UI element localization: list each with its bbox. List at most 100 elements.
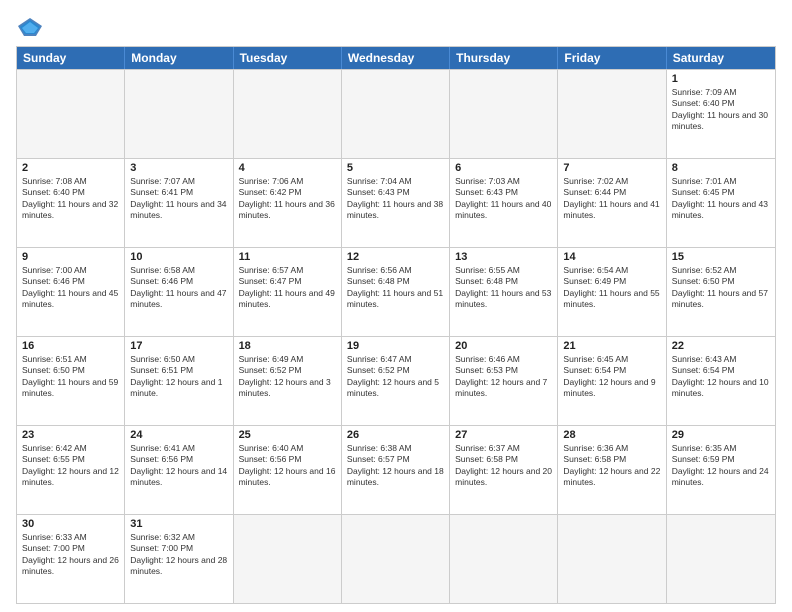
calendar-cell: 17 Sunrise: 6:50 AM Sunset: 6:51 PM Dayli… bbox=[125, 337, 233, 425]
calendar: SundayMondayTuesdayWednesdayThursdayFrid… bbox=[16, 46, 776, 604]
calendar-cell bbox=[667, 515, 775, 603]
logo bbox=[16, 16, 48, 38]
cell-info: Sunrise: 7:06 AM Sunset: 6:42 PM Dayligh… bbox=[239, 176, 336, 222]
day-number: 28 bbox=[563, 429, 660, 441]
calendar-row: 2 Sunrise: 7:08 AM Sunset: 6:40 PM Daylig… bbox=[17, 158, 775, 247]
day-number: 20 bbox=[455, 340, 552, 352]
calendar-row: 9Sunrise: 7:00 AM Sunset: 6:46 PM Daylig… bbox=[17, 247, 775, 336]
day-number: 22 bbox=[672, 340, 770, 352]
calendar-cell: 29Sunrise: 6:35 AM Sunset: 6:59 PM Dayli… bbox=[667, 426, 775, 514]
calendar-cell: 3 Sunrise: 7:07 AM Sunset: 6:41 PM Daylig… bbox=[125, 159, 233, 247]
calendar-header-cell: Sunday bbox=[17, 47, 125, 69]
calendar-cell: 21 Sunrise: 6:45 AM Sunset: 6:54 PM Dayli… bbox=[558, 337, 666, 425]
header bbox=[16, 16, 776, 38]
day-number: 9 bbox=[22, 251, 119, 263]
calendar-header: SundayMondayTuesdayWednesdayThursdayFrid… bbox=[17, 47, 775, 69]
cell-info: Sunrise: 7:03 AM Sunset: 6:43 PM Dayligh… bbox=[455, 176, 552, 222]
cell-info: Sunrise: 6:43 AM Sunset: 6:54 PM Dayligh… bbox=[672, 354, 770, 400]
calendar-cell: 4 Sunrise: 7:06 AM Sunset: 6:42 PM Daylig… bbox=[234, 159, 342, 247]
calendar-cell: 23Sunrise: 6:42 AM Sunset: 6:55 PM Dayli… bbox=[17, 426, 125, 514]
calendar-cell bbox=[450, 515, 558, 603]
calendar-cell: 10 Sunrise: 6:58 AM Sunset: 6:46 PM Dayli… bbox=[125, 248, 233, 336]
cell-info: Sunrise: 7:07 AM Sunset: 6:41 PM Dayligh… bbox=[130, 176, 227, 222]
calendar-cell: 24 Sunrise: 6:41 AM Sunset: 6:56 PM Dayli… bbox=[125, 426, 233, 514]
day-number: 1 bbox=[672, 73, 770, 85]
day-number: 5 bbox=[347, 162, 444, 174]
day-number: 3 bbox=[130, 162, 227, 174]
calendar-cell: 12Sunrise: 6:56 AM Sunset: 6:48 PM Dayli… bbox=[342, 248, 450, 336]
cell-info: Sunrise: 6:58 AM Sunset: 6:46 PM Dayligh… bbox=[130, 265, 227, 311]
cell-info: Sunrise: 6:45 AM Sunset: 6:54 PM Dayligh… bbox=[563, 354, 660, 400]
calendar-header-cell: Wednesday bbox=[342, 47, 450, 69]
day-number: 14 bbox=[563, 251, 660, 263]
calendar-cell: 31 Sunrise: 6:32 AM Sunset: 7:00 PM Dayli… bbox=[125, 515, 233, 603]
day-number: 21 bbox=[563, 340, 660, 352]
day-number: 16 bbox=[22, 340, 119, 352]
cell-info: Sunrise: 6:47 AM Sunset: 6:52 PM Dayligh… bbox=[347, 354, 444, 400]
day-number: 12 bbox=[347, 251, 444, 263]
calendar-header-cell: Monday bbox=[125, 47, 233, 69]
calendar-header-cell: Saturday bbox=[667, 47, 775, 69]
calendar-cell: 22 Sunrise: 6:43 AM Sunset: 6:54 PM Dayli… bbox=[667, 337, 775, 425]
day-number: 6 bbox=[455, 162, 552, 174]
cell-info: Sunrise: 6:51 AM Sunset: 6:50 PM Dayligh… bbox=[22, 354, 119, 400]
calendar-header-cell: Thursday bbox=[450, 47, 558, 69]
calendar-header-cell: Tuesday bbox=[234, 47, 342, 69]
cell-info: Sunrise: 6:55 AM Sunset: 6:48 PM Dayligh… bbox=[455, 265, 552, 311]
calendar-row: 23Sunrise: 6:42 AM Sunset: 6:55 PM Dayli… bbox=[17, 425, 775, 514]
calendar-cell bbox=[234, 515, 342, 603]
day-number: 31 bbox=[130, 518, 227, 530]
day-number: 10 bbox=[130, 251, 227, 263]
cell-info: Sunrise: 6:50 AM Sunset: 6:51 PM Dayligh… bbox=[130, 354, 227, 400]
calendar-cell: 16 Sunrise: 6:51 AM Sunset: 6:50 PM Dayli… bbox=[17, 337, 125, 425]
cell-info: Sunrise: 7:02 AM Sunset: 6:44 PM Dayligh… bbox=[563, 176, 660, 222]
calendar-cell: 15Sunrise: 6:52 AM Sunset: 6:50 PM Dayli… bbox=[667, 248, 775, 336]
day-number: 4 bbox=[239, 162, 336, 174]
calendar-cell bbox=[558, 70, 666, 158]
calendar-cell bbox=[558, 515, 666, 603]
cell-info: Sunrise: 6:54 AM Sunset: 6:49 PM Dayligh… bbox=[563, 265, 660, 311]
calendar-cell: 1 Sunrise: 7:09 AM Sunset: 6:40 PM Daylig… bbox=[667, 70, 775, 158]
calendar-cell bbox=[342, 515, 450, 603]
calendar-row: 16 Sunrise: 6:51 AM Sunset: 6:50 PM Dayli… bbox=[17, 336, 775, 425]
cell-info: Sunrise: 7:01 AM Sunset: 6:45 PM Dayligh… bbox=[672, 176, 770, 222]
cell-info: Sunrise: 6:46 AM Sunset: 6:53 PM Dayligh… bbox=[455, 354, 552, 400]
calendar-row: 1 Sunrise: 7:09 AM Sunset: 6:40 PM Daylig… bbox=[17, 69, 775, 158]
calendar-cell: 5 Sunrise: 7:04 AM Sunset: 6:43 PM Daylig… bbox=[342, 159, 450, 247]
calendar-cell bbox=[234, 70, 342, 158]
cell-info: Sunrise: 6:40 AM Sunset: 6:56 PM Dayligh… bbox=[239, 443, 336, 489]
cell-info: Sunrise: 6:36 AM Sunset: 6:58 PM Dayligh… bbox=[563, 443, 660, 489]
cell-info: Sunrise: 7:09 AM Sunset: 6:40 PM Dayligh… bbox=[672, 87, 770, 133]
day-number: 24 bbox=[130, 429, 227, 441]
day-number: 7 bbox=[563, 162, 660, 174]
day-number: 17 bbox=[130, 340, 227, 352]
day-number: 30 bbox=[22, 518, 119, 530]
cell-info: Sunrise: 6:32 AM Sunset: 7:00 PM Dayligh… bbox=[130, 532, 227, 578]
calendar-cell: 25Sunrise: 6:40 AM Sunset: 6:56 PM Dayli… bbox=[234, 426, 342, 514]
cell-info: Sunrise: 6:38 AM Sunset: 6:57 PM Dayligh… bbox=[347, 443, 444, 489]
cell-info: Sunrise: 7:08 AM Sunset: 6:40 PM Dayligh… bbox=[22, 176, 119, 222]
calendar-cell: 30Sunrise: 6:33 AM Sunset: 7:00 PM Dayli… bbox=[17, 515, 125, 603]
cell-info: Sunrise: 7:04 AM Sunset: 6:43 PM Dayligh… bbox=[347, 176, 444, 222]
cell-info: Sunrise: 6:41 AM Sunset: 6:56 PM Dayligh… bbox=[130, 443, 227, 489]
day-number: 27 bbox=[455, 429, 552, 441]
calendar-row: 30Sunrise: 6:33 AM Sunset: 7:00 PM Dayli… bbox=[17, 514, 775, 603]
day-number: 13 bbox=[455, 251, 552, 263]
day-number: 11 bbox=[239, 251, 336, 263]
calendar-header-cell: Friday bbox=[558, 47, 666, 69]
calendar-cell: 11 Sunrise: 6:57 AM Sunset: 6:47 PM Dayli… bbox=[234, 248, 342, 336]
day-number: 19 bbox=[347, 340, 444, 352]
calendar-cell: 18Sunrise: 6:49 AM Sunset: 6:52 PM Dayli… bbox=[234, 337, 342, 425]
day-number: 26 bbox=[347, 429, 444, 441]
calendar-cell: 2 Sunrise: 7:08 AM Sunset: 6:40 PM Daylig… bbox=[17, 159, 125, 247]
calendar-cell: 13 Sunrise: 6:55 AM Sunset: 6:48 PM Dayli… bbox=[450, 248, 558, 336]
day-number: 18 bbox=[239, 340, 336, 352]
calendar-cell: 6 Sunrise: 7:03 AM Sunset: 6:43 PM Daylig… bbox=[450, 159, 558, 247]
cell-info: Sunrise: 6:35 AM Sunset: 6:59 PM Dayligh… bbox=[672, 443, 770, 489]
day-number: 2 bbox=[22, 162, 119, 174]
day-number: 23 bbox=[22, 429, 119, 441]
calendar-cell: 7 Sunrise: 7:02 AM Sunset: 6:44 PM Daylig… bbox=[558, 159, 666, 247]
cell-info: Sunrise: 6:57 AM Sunset: 6:47 PM Dayligh… bbox=[239, 265, 336, 311]
calendar-cell: 27Sunrise: 6:37 AM Sunset: 6:58 PM Dayli… bbox=[450, 426, 558, 514]
calendar-cell: 8Sunrise: 7:01 AM Sunset: 6:45 PM Daylig… bbox=[667, 159, 775, 247]
